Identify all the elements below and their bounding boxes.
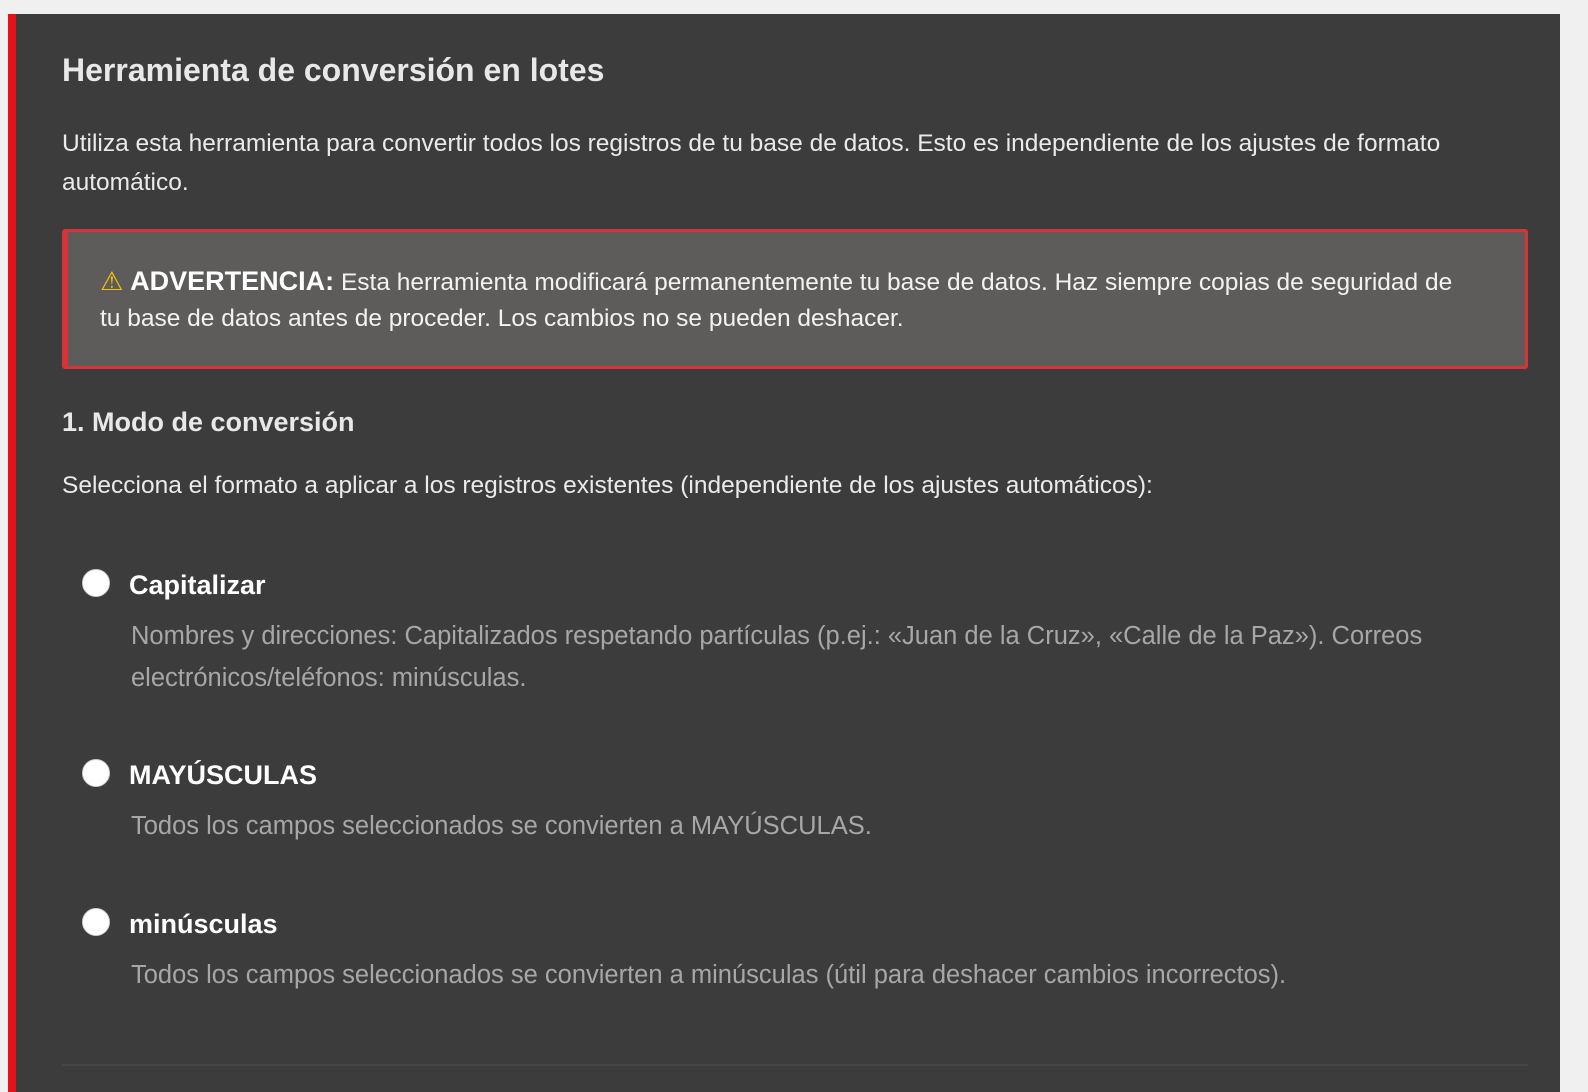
- option-lowercase-label[interactable]: minúsculas: [129, 909, 278, 940]
- warning-label: ADVERTENCIA:: [130, 266, 335, 296]
- radio-lowercase[interactable]: [82, 908, 110, 936]
- warning-notice: ⚠ ADVERTENCIA: Esta herramienta modifica…: [62, 229, 1528, 369]
- batch-conversion-panel: Herramienta de conversión en lotes Utili…: [8, 14, 1560, 1092]
- option-lowercase-description: Todos los campos seleccionados se convie…: [131, 961, 1287, 989]
- option-capitalize-description: Nombres y direcciones: Capitalizados res…: [131, 622, 1423, 692]
- page-title: Herramienta de conversión en lotes: [62, 52, 605, 88]
- conversion-mode-heading: 1. Modo de conversión: [62, 407, 355, 437]
- option-capitalize-label[interactable]: Capitalizar: [129, 570, 266, 601]
- conversion-mode-description: Selecciona el formato a aplicar a los re…: [62, 472, 1153, 499]
- intro-text: Utiliza esta herramienta para convertir …: [62, 130, 1441, 196]
- option-uppercase-label[interactable]: MAYÚSCULAS: [129, 760, 317, 791]
- option-uppercase-description: Todos los campos seleccionados se convie…: [131, 812, 872, 840]
- radio-uppercase[interactable]: [82, 759, 110, 787]
- warning-icon: ⚠: [100, 266, 124, 296]
- section-divider: [62, 1064, 1528, 1066]
- radio-capitalize[interactable]: [82, 569, 110, 597]
